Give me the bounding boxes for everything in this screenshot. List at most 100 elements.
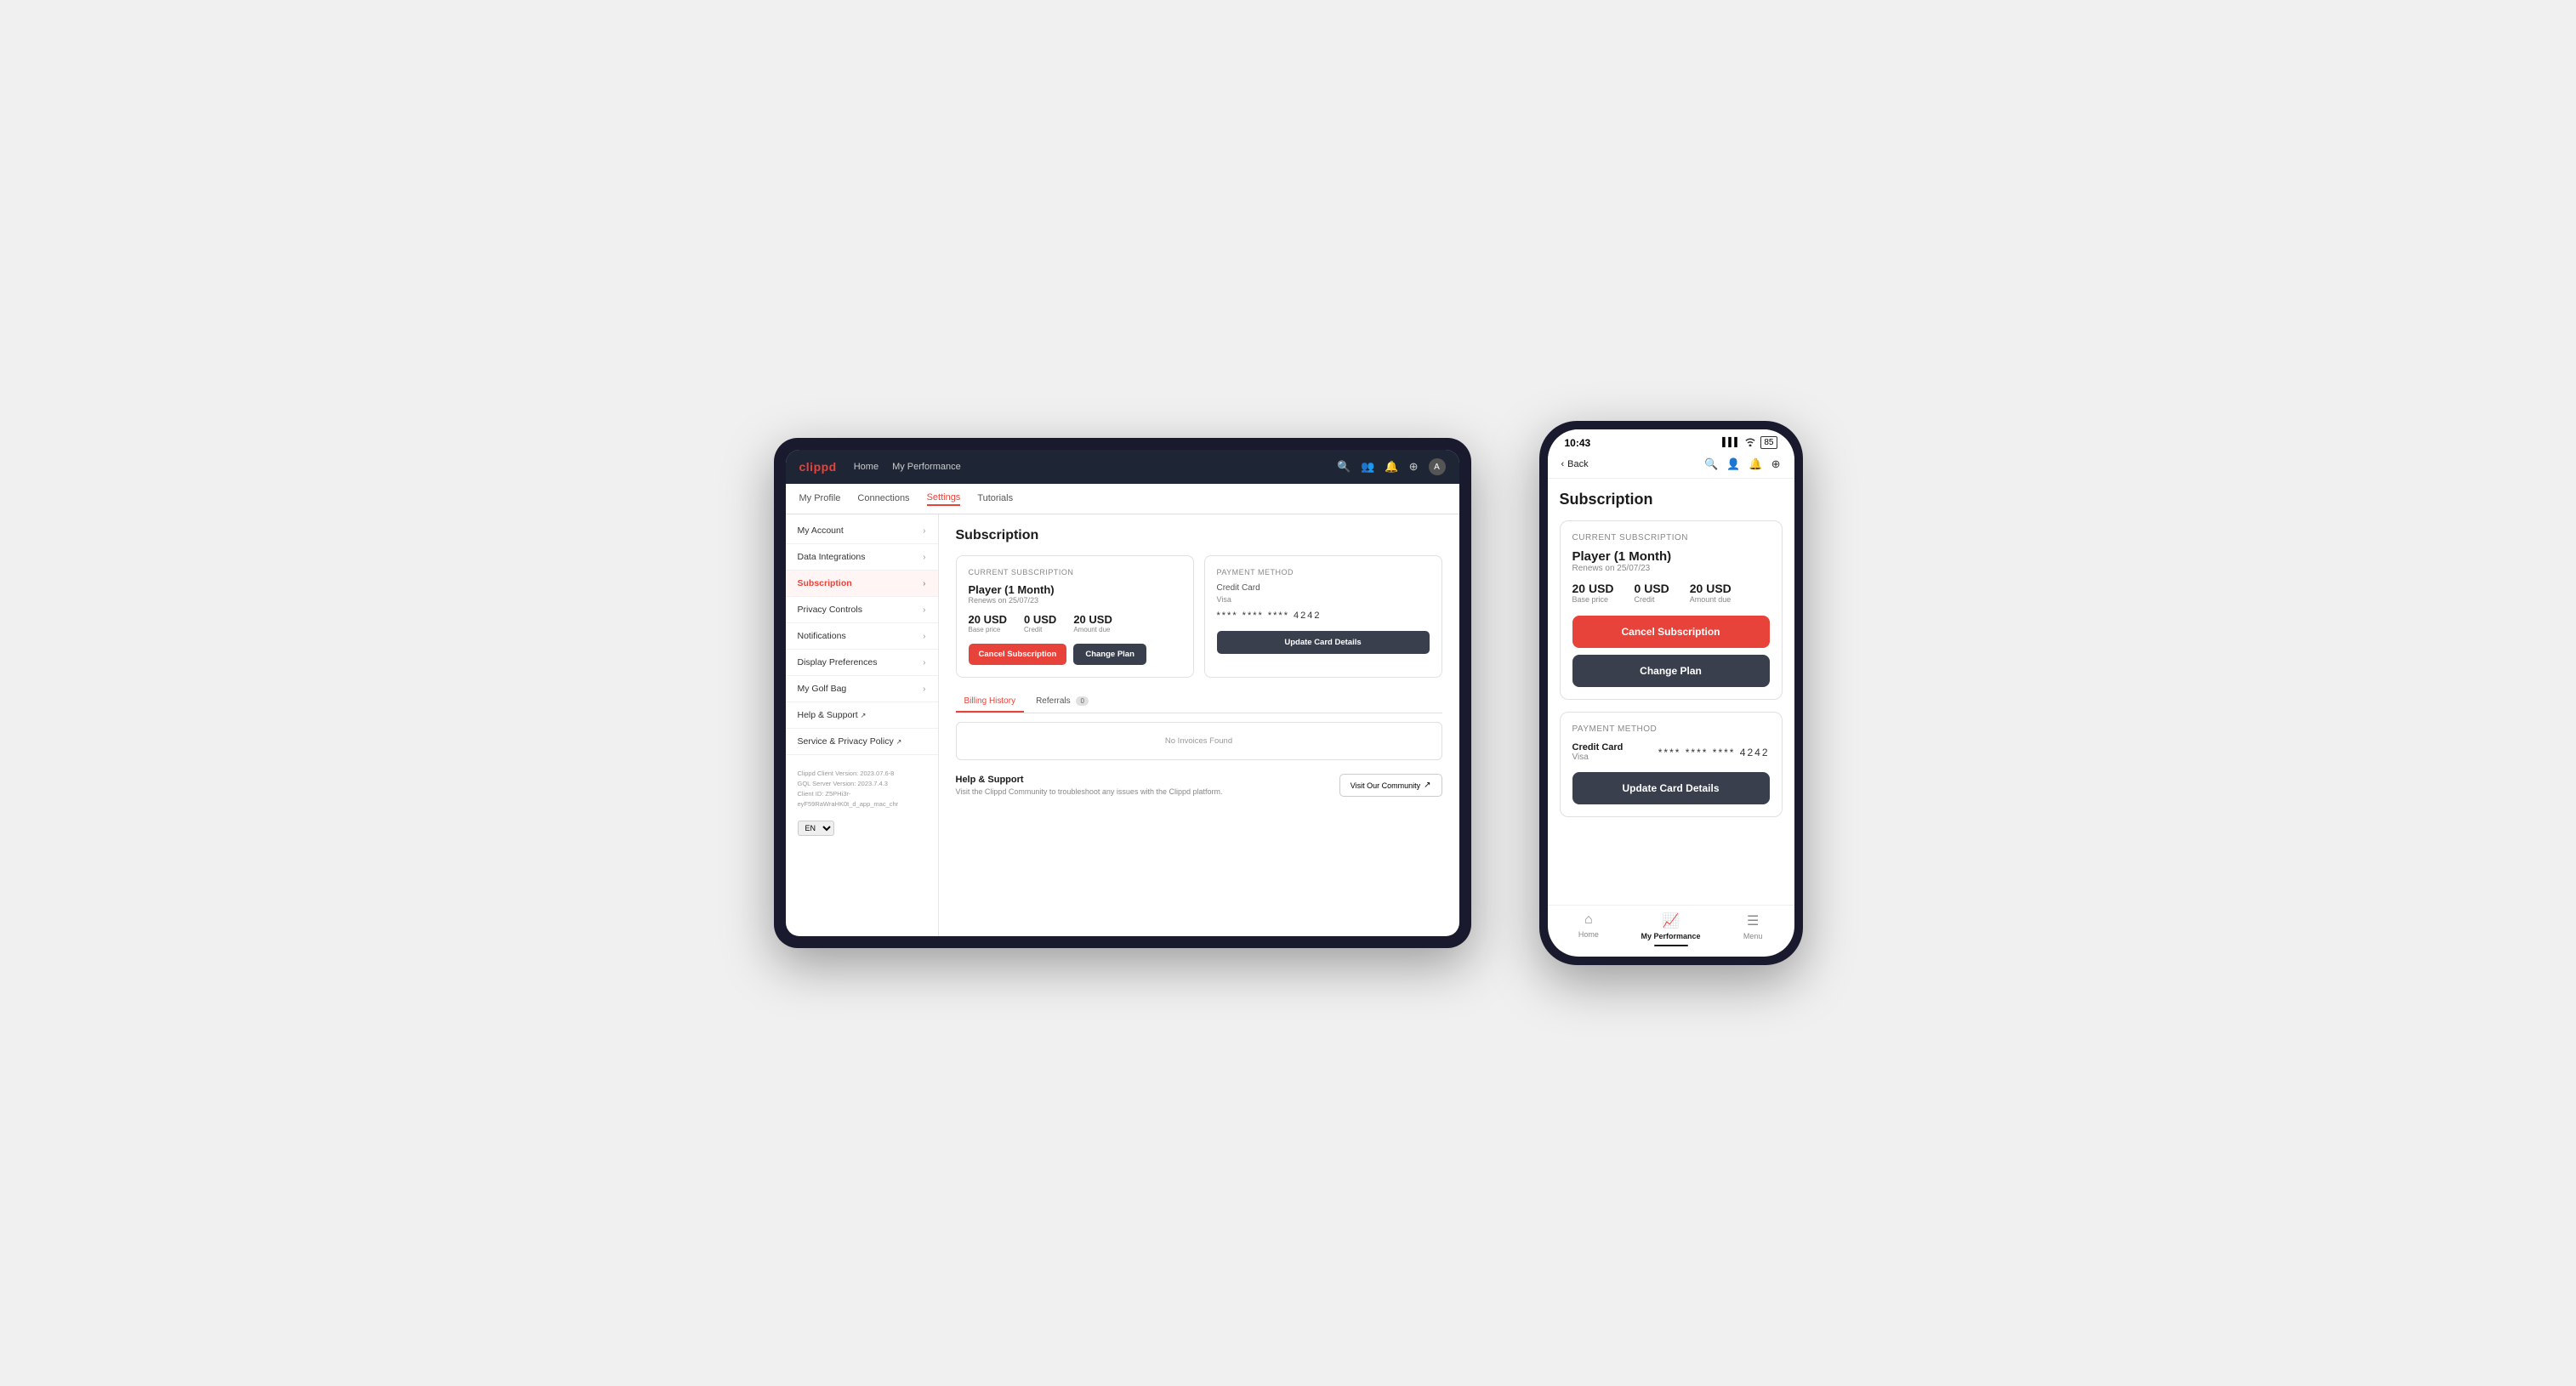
search-icon[interactable]: 🔍 [1704, 457, 1718, 471]
phone-cancel-subscription-button[interactable]: Cancel Subscription [1572, 616, 1770, 648]
bell-icon[interactable]: 🔔 [1749, 457, 1762, 471]
credit-label: Credit [1024, 626, 1056, 633]
chevron-icon: › [923, 579, 925, 588]
phone-nav-performance-label: My Performance [1641, 932, 1700, 940]
phone-header: ‹ Back 🔍 👤 🔔 ⊕ [1548, 452, 1794, 479]
tab-billing-history[interactable]: Billing History [956, 691, 1025, 713]
bell-icon[interactable]: 🔔 [1385, 460, 1398, 474]
phone-amount-due-value: 20 USD [1690, 582, 1732, 595]
plan-name: Player (1 Month) [969, 583, 1181, 596]
help-support-section: Help & Support Visit the Clippd Communit… [956, 774, 1442, 797]
sidebar-item-service-privacy[interactable]: Service & Privacy Policy ↗ [786, 729, 938, 755]
sidebar-label-privacy-controls: Privacy Controls [798, 605, 862, 615]
phone-credit-label: Credit [1635, 595, 1669, 604]
performance-icon: 📈 [1663, 912, 1680, 929]
amount-due-label: Amount due [1073, 626, 1112, 633]
help-title: Help & Support [956, 775, 1223, 785]
phone-base-value: 20 USD [1572, 582, 1614, 595]
phone-change-plan-button[interactable]: Change Plan [1572, 655, 1770, 687]
navbar-icons: 🔍 👥 🔔 ⊕ A [1337, 458, 1445, 475]
user-icon[interactable]: 👤 [1726, 457, 1740, 471]
sidebar-label-notifications: Notifications [798, 631, 846, 641]
add-icon[interactable]: ⊕ [1409, 460, 1419, 474]
search-icon[interactable]: 🔍 [1337, 460, 1351, 474]
phone-nav-home-label: Home [1578, 930, 1599, 939]
back-chevron-icon: ‹ [1561, 459, 1565, 469]
phone-price-credit: 0 USD Credit [1635, 582, 1669, 604]
users-icon[interactable]: 👥 [1361, 460, 1374, 474]
nav-link-performance[interactable]: My Performance [892, 462, 961, 472]
phone-status-icons: ▌▌▌ 85 [1722, 436, 1777, 449]
external-link-icon: ↗ [1424, 781, 1430, 790]
phone-payment-type: Credit Card [1572, 742, 1624, 753]
change-plan-button[interactable]: Change Plan [1073, 644, 1146, 665]
tablet-screen: clippd Home My Performance 🔍 👥 🔔 ⊕ A My … [786, 450, 1459, 936]
help-support-text: Help & Support Visit the Clippd Communit… [956, 775, 1223, 796]
chevron-icon: › [923, 658, 925, 667]
sidebar-label-my-golf-bag: My Golf Bag [798, 684, 847, 694]
community-label: Visit Our Community [1351, 781, 1420, 790]
phone-current-subscription-card: Current Subscription Player (1 Month) Re… [1560, 520, 1783, 700]
tablet-device: clippd Home My Performance 🔍 👥 🔔 ⊕ A My … [774, 438, 1471, 948]
sidebar-item-privacy-controls[interactable]: Privacy Controls › [786, 597, 938, 623]
phone-payment-brand: Visa [1572, 753, 1624, 762]
avatar-icon[interactable]: A [1429, 458, 1446, 475]
phone-page-title: Subscription [1560, 491, 1783, 508]
sidebar-label-data-integrations: Data Integrations [798, 552, 866, 562]
sidebar-item-subscription[interactable]: Subscription › [786, 571, 938, 597]
phone-payment-info: Credit Card Visa [1572, 742, 1624, 762]
sidebar-label-display-preferences: Display Preferences [798, 657, 878, 667]
language-selector[interactable]: EN [798, 820, 926, 836]
phone-payment-row: Credit Card Visa **** **** **** 4242 [1572, 742, 1770, 762]
add-icon[interactable]: ⊕ [1771, 457, 1781, 471]
sidebar-footer: Clippd Client Version: 2023.07.6-8 GQL S… [786, 762, 938, 816]
phone-screen: 10:43 ▌▌▌ 85 ‹ Back 🔍 👤 🔔 ⊕ [1548, 429, 1794, 957]
sidebar-item-display-preferences[interactable]: Display Preferences › [786, 650, 938, 676]
sidebar-item-notifications[interactable]: Notifications › [786, 623, 938, 650]
back-label: Back [1567, 459, 1588, 469]
visit-community-button[interactable]: Visit Our Community ↗ [1339, 774, 1442, 797]
phone-amount-due-label: Amount due [1690, 595, 1732, 604]
billing-tabs: Billing History Referrals 0 [956, 691, 1442, 713]
tab-referrals[interactable]: Referrals 0 [1027, 691, 1097, 713]
wifi-icon [1744, 437, 1756, 449]
nav-link-home[interactable]: Home [854, 462, 879, 472]
payment-brand: Visa [1217, 595, 1430, 604]
phone-update-card-button[interactable]: Update Card Details [1572, 772, 1770, 804]
nav-links: Home My Performance [854, 462, 961, 472]
payment-method-title: Payment Method [1217, 568, 1430, 577]
subscription-grid: Current Subscription Player (1 Month) Re… [956, 555, 1442, 678]
update-card-button[interactable]: Update Card Details [1217, 631, 1430, 654]
sidebar-item-data-integrations[interactable]: Data Integrations › [786, 544, 938, 571]
subnav-settings[interactable]: Settings [927, 492, 961, 506]
phone-subscription-card-title: Current Subscription [1572, 533, 1770, 542]
brand-logo: clippd [799, 460, 837, 474]
phone-payment-method-card: Payment Method Credit Card Visa **** ***… [1560, 712, 1783, 817]
subnav: My Profile Connections Settings Tutorial… [786, 484, 1459, 514]
phone-base-label: Base price [1572, 595, 1614, 604]
menu-icon: ☰ [1747, 912, 1759, 929]
back-button[interactable]: ‹ Back [1561, 459, 1589, 469]
signal-icon: ▌▌▌ [1722, 438, 1740, 447]
plan-pricing: 20 USD Base price 0 USD Credit 20 USD Am… [969, 613, 1181, 633]
chevron-icon: › [923, 553, 925, 562]
phone-nav-home[interactable]: ⌂ Home [1548, 912, 1630, 946]
subnav-my-profile[interactable]: My Profile [799, 493, 841, 505]
subnav-connections[interactable]: Connections [857, 493, 909, 505]
credit-value: 0 USD [1024, 613, 1056, 626]
sidebar-item-my-account[interactable]: My Account › [786, 518, 938, 544]
sidebar-item-my-golf-bag[interactable]: My Golf Bag › [786, 676, 938, 702]
chevron-icon: › [923, 605, 925, 615]
chevron-icon: › [923, 632, 925, 641]
phone-price-base: 20 USD Base price [1572, 582, 1614, 604]
cancel-subscription-button[interactable]: Cancel Subscription [969, 644, 1067, 665]
plan-renews: Renews on 25/07/23 [969, 596, 1181, 605]
tablet-main-content: Subscription Current Subscription Player… [939, 514, 1459, 936]
phone-nav-performance[interactable]: 📈 My Performance [1629, 912, 1712, 946]
subnav-tutorials[interactable]: Tutorials [977, 493, 1013, 505]
phone-nav-menu[interactable]: ☰ Menu [1712, 912, 1794, 946]
sidebar-item-help-support[interactable]: Help & Support ↗ [786, 702, 938, 729]
phone-nav-menu-label: Menu [1743, 932, 1763, 940]
lang-dropdown[interactable]: EN [798, 821, 834, 836]
sidebar-label-my-account: My Account [798, 525, 844, 536]
